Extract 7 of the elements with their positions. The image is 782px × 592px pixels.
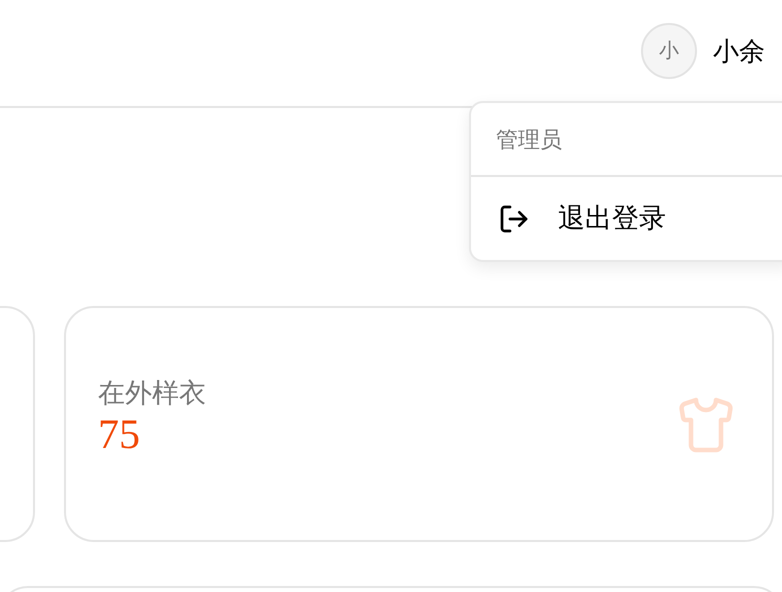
stat-value: 75 <box>98 411 141 460</box>
logout-menu-item[interactable]: 退出登录 <box>471 177 782 260</box>
role-label: 管理员 <box>496 126 562 154</box>
avatar[interactable]: 小 <box>641 23 697 79</box>
stat-label: 在外样衣 <box>98 377 206 410</box>
logout-icon <box>498 202 530 234</box>
user-name[interactable]: 小余 <box>713 32 765 70</box>
